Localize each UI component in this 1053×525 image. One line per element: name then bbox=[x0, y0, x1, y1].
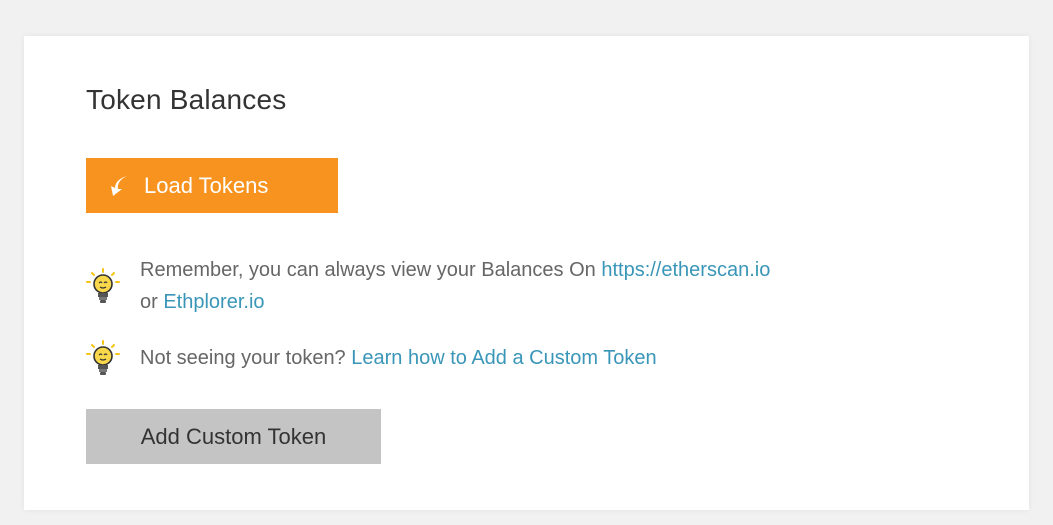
load-tokens-button[interactable]: Load Tokens bbox=[86, 158, 338, 213]
page-title: Token Balances bbox=[86, 84, 287, 115]
arrow-down-left-icon bbox=[110, 175, 130, 197]
load-tokens-label: Load Tokens bbox=[144, 172, 269, 198]
add-custom-token-help-link[interactable]: Learn how to Add a Custom Token bbox=[351, 347, 656, 369]
tip-text-middle: or bbox=[140, 291, 164, 313]
tip-text: Not seeing your token? Learn how to Add … bbox=[140, 342, 980, 374]
tip-view-balances: Remember, you can always view your Balan… bbox=[86, 254, 980, 318]
lightbulb-icon bbox=[86, 340, 120, 378]
tip-text-prefix: Remember, you can always view your Balan… bbox=[140, 259, 602, 281]
token-balances-card: Token Balances Load Tokens Remember, you… bbox=[24, 36, 1029, 510]
tip-text-prefix: Not seeing your token? bbox=[140, 347, 352, 369]
lightbulb-icon bbox=[86, 268, 120, 306]
add-custom-token-button[interactable]: Add Custom Token bbox=[86, 409, 381, 464]
ethplorer-link[interactable]: Ethplorer.io bbox=[163, 291, 264, 313]
etherscan-link[interactable]: https://etherscan.io bbox=[601, 259, 770, 281]
tip-custom-token: Not seeing your token? Learn how to Add … bbox=[86, 340, 980, 378]
tip-text: Remember, you can always view your Balan… bbox=[140, 254, 980, 318]
